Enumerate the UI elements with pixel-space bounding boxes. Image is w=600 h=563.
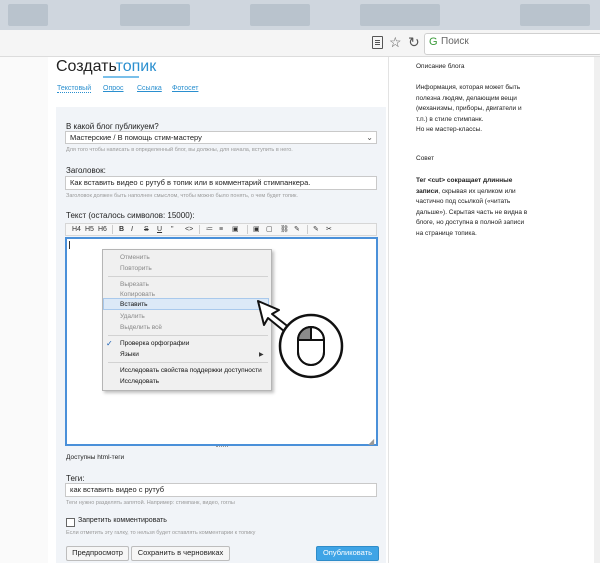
no-comments-hint: Если отметить эту галку, то нельзя будет…	[66, 530, 256, 536]
tags-input[interactable]: как вставить видео с рутуб	[65, 483, 377, 497]
editor-drag-handle[interactable]	[216, 446, 228, 449]
mouse-right-click-icon	[278, 313, 344, 379]
tags-label: Теги:	[66, 474, 85, 483]
tab-poll[interactable]: Опрос	[103, 85, 124, 92]
blog-select-value: Мастерские / В помощь стим-мастеру	[70, 133, 202, 142]
sidebar-tip-heading: Совет	[416, 155, 435, 162]
link-icon[interactable]: ⛓	[280, 224, 289, 235]
tags-hint: Теги нужно разделять запятой. Например: …	[66, 500, 235, 506]
check-icon: ✓	[106, 339, 113, 348]
title-underline	[103, 76, 139, 78]
user-button[interactable]: ✎	[294, 224, 300, 235]
menu-item-paste[interactable]: Вставить	[120, 300, 148, 309]
italic-button[interactable]: I	[131, 224, 133, 235]
cut-button[interactable]: ✂	[326, 224, 332, 235]
title-label: Заголовок:	[66, 166, 106, 175]
resize-grip-icon[interactable]: ◢	[368, 437, 374, 446]
sidebar-about-heading: Описание блога	[416, 63, 465, 70]
blog-select[interactable]: Мастерские / В помощь стим-мастеру ⌄	[65, 131, 377, 144]
bold-button[interactable]: B	[119, 224, 124, 235]
ordered-list-button[interactable]: ≡	[219, 224, 223, 235]
menu-item-copy[interactable]: Копировать	[120, 290, 155, 299]
left-gutter	[0, 57, 48, 563]
tab-photoset[interactable]: Фотосет	[172, 85, 198, 92]
text-label: Текст (осталось символов: 15000):	[66, 211, 195, 220]
browser-top-strip	[0, 0, 600, 30]
image-button[interactable]: ▣	[253, 224, 260, 235]
align-button[interactable]: ▣	[232, 224, 239, 235]
title-input[interactable]: Как вставить видео с рутуб в топик или в…	[65, 176, 377, 190]
menu-item-undo[interactable]: Отменить	[120, 253, 150, 262]
publish-button[interactable]: Опубликовать	[316, 546, 379, 561]
unordered-list-button[interactable]: ≔	[206, 224, 213, 235]
blog-hint: Для того чтобы написать в определенный б…	[66, 147, 293, 153]
menu-item-accessibility[interactable]: Исследовать свойства поддержки доступнос…	[120, 366, 262, 375]
save-draft-button[interactable]: Сохранить в черновиках	[131, 546, 230, 561]
quote-button[interactable]: "	[171, 224, 174, 235]
menu-item-cut[interactable]: Вырезать	[120, 280, 149, 289]
submenu-arrow-icon: ▶	[259, 352, 264, 358]
reload-icon[interactable]: ↻	[408, 34, 420, 51]
chevron-down-icon: ⌄	[366, 133, 373, 142]
reader-view-icon[interactable]	[372, 36, 383, 49]
browser-search-placeholder: Поиск	[441, 36, 469, 47]
menu-item-languages[interactable]: Языки	[120, 350, 139, 359]
menu-item-redo[interactable]: Повторить	[120, 264, 152, 273]
sidebar-tip-text: Тег <cut> сокращает длинные записи, скры…	[416, 177, 528, 237]
strike-button[interactable]: S	[144, 224, 149, 235]
page-title: Создатьтопик	[56, 58, 157, 75]
menu-item-inspect[interactable]: Исследовать	[120, 377, 159, 386]
scrollbar-track[interactable]	[594, 57, 600, 563]
blog-label: В какой блог публикуем?	[66, 122, 159, 131]
bookmark-star-icon[interactable]: ☆	[389, 34, 402, 51]
clear-format-button[interactable]: ✎	[313, 224, 319, 235]
h4-button[interactable]: H4	[72, 224, 81, 235]
menu-item-spellcheck[interactable]: Проверка орфографии	[120, 339, 189, 348]
no-comments-label: Запретить комментировать	[78, 517, 167, 524]
page-title-accent: топик	[115, 58, 157, 75]
tab-text[interactable]: Текстовый	[57, 85, 92, 93]
underline-button[interactable]: U	[157, 224, 162, 235]
tab-link[interactable]: Ссылка	[137, 85, 162, 92]
preview-button[interactable]: Предпросмотр	[66, 546, 129, 561]
sidebar-about-text: Информация, которая может быть полезна л…	[416, 84, 522, 133]
title-hint: Заголовок должен быть наполнен смыслом, …	[66, 193, 298, 199]
html-tags-link[interactable]: Доступны html-теги	[66, 454, 124, 461]
video-button[interactable]: ▢	[266, 224, 273, 235]
code-button[interactable]: <>	[185, 224, 193, 235]
h5-button[interactable]: H5	[85, 224, 94, 235]
menu-item-delete[interactable]: Удалить	[120, 312, 145, 321]
text-caret	[69, 241, 70, 249]
menu-item-select-all[interactable]: Выделить всё	[120, 323, 162, 332]
no-comments-checkbox[interactable]	[66, 518, 75, 527]
search-icon: G	[429, 36, 438, 48]
h6-button[interactable]: H6	[98, 224, 107, 235]
